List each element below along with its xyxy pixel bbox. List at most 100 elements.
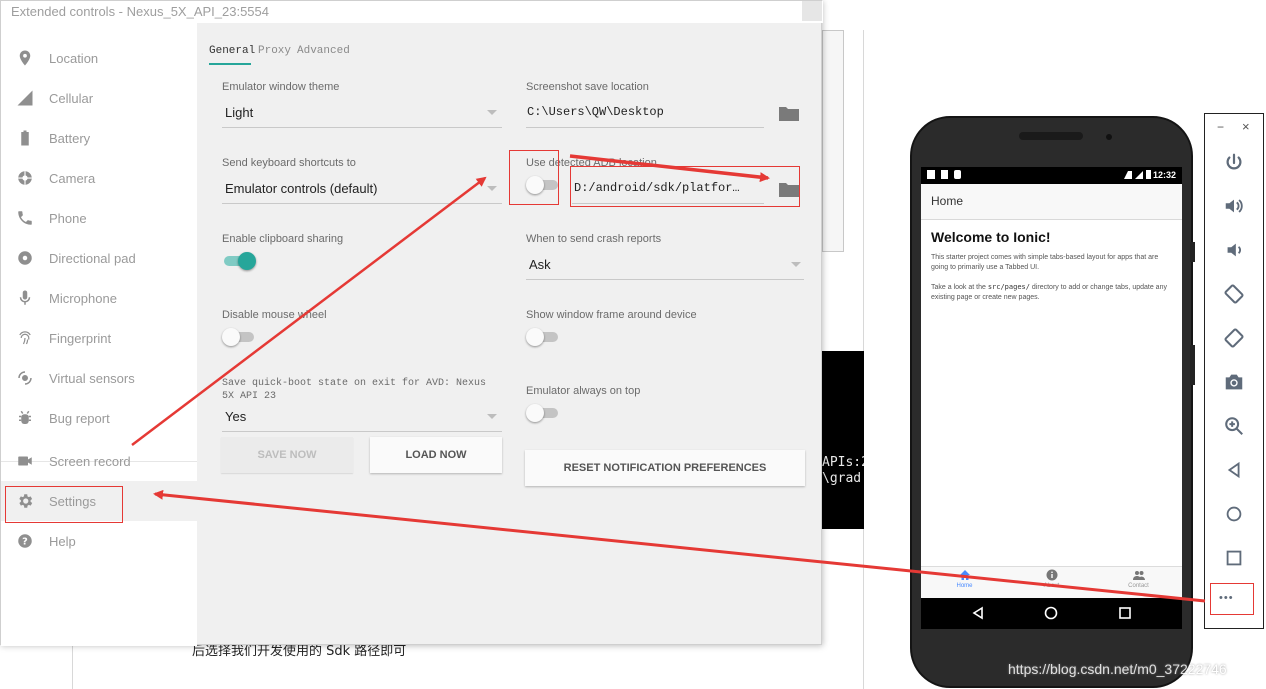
phone-side-button [1190, 242, 1195, 262]
contacts-icon [1132, 571, 1145, 580]
sidebar-item-camera[interactable]: Camera [1, 158, 197, 198]
cellular-signal-icon [1, 89, 49, 107]
sidebar-item-battery[interactable]: Battery [1, 118, 197, 158]
clipboard-toggle[interactable] [222, 251, 256, 271]
minimize-button[interactable]: − [1217, 120, 1224, 134]
bug-icon [1, 409, 49, 427]
status-time: 12:32 [1152, 170, 1176, 180]
tab-label: Contact [1128, 583, 1149, 589]
sidebar-item-label: Location [49, 50, 99, 66]
sidebar-item-label: Bug report [49, 410, 110, 426]
app-header: Home [921, 184, 1182, 220]
rotate-right-icon[interactable] [1223, 327, 1245, 349]
page-title: Home [931, 194, 964, 208]
sidebar-item-label: Virtual sensors [49, 370, 135, 386]
intro-paragraph: This starter project comes with simple t… [931, 254, 1159, 271]
sidebar-item-label: Cellular [49, 90, 94, 106]
sidebar-item-microphone[interactable]: Microphone [1, 278, 197, 318]
annotation-box-adb-path [570, 166, 800, 207]
theme-label: Emulator window theme [222, 81, 340, 93]
sidebar-item-screen-record[interactable]: Screen record [1, 441, 197, 481]
battery-icon [1, 129, 49, 147]
phone-speaker [1019, 132, 1083, 140]
always-on-top-toggle[interactable] [526, 403, 560, 423]
sidebar-item-cellular[interactable]: Cellular [1, 78, 197, 118]
terminal-line-1: APIs:2 [822, 455, 864, 470]
crash-reports-select[interactable]: Ask [529, 257, 551, 272]
camera-icon[interactable] [1223, 371, 1245, 393]
load-now-button[interactable]: LOAD NOW [370, 437, 502, 473]
overview-square-icon[interactable] [1223, 547, 1245, 569]
volume-up-icon[interactable] [1223, 195, 1245, 217]
zoom-icon[interactable] [1223, 415, 1245, 437]
window-close-button[interactable] [802, 1, 822, 21]
camera-aperture-icon [1, 169, 49, 187]
sidebar-item-directional-pad[interactable]: Directional pad [1, 238, 197, 278]
battery-status-icon [1146, 170, 1151, 179]
sidebar-item-label: Phone [49, 210, 87, 226]
mousewheel-label: Disable mouse wheel [222, 309, 327, 321]
sidebar-item-virtual-sensors[interactable]: Virtual sensors [1, 358, 197, 398]
folder-icon[interactable] [779, 105, 799, 121]
emulator-toolbar: − × ••• [1204, 113, 1264, 629]
sidebar-item-label: Help [49, 533, 76, 549]
signal-icon [1135, 171, 1143, 179]
rotate-left-icon[interactable] [1223, 283, 1245, 305]
home-icon [959, 570, 970, 580]
screenshot-location-underline [526, 127, 764, 128]
paragraph-text: Take a look at the [931, 284, 988, 291]
sidebar-item-label: Camera [49, 170, 96, 186]
chevron-down-icon [487, 110, 497, 115]
home-button-icon[interactable] [1044, 606, 1058, 620]
volume-down-icon[interactable] [1223, 239, 1245, 261]
home-circle-icon[interactable] [1223, 503, 1245, 525]
info-icon [1046, 569, 1057, 581]
mousewheel-toggle[interactable] [222, 327, 256, 347]
power-icon[interactable] [1223, 152, 1245, 174]
save-now-button[interactable]: SAVE NOW [221, 437, 353, 473]
sidebar-item-fingerprint[interactable]: Fingerprint [1, 318, 197, 358]
screenshot-location-field[interactable]: C:\Users\QW\Desktop [527, 105, 664, 119]
shortcuts-label: Send keyboard shortcuts to [222, 157, 356, 169]
android-status-bar: 12:32 [921, 167, 1182, 184]
sidebar-item-location[interactable]: Location [1, 38, 197, 78]
reset-notification-preferences-button[interactable]: RESET NOTIFICATION PREFERENCES [525, 450, 805, 486]
sidebar-item-label: Directional pad [49, 250, 136, 266]
pages-paragraph: Take a look at the src/pages/ directory … [931, 282, 1176, 303]
overview-icon[interactable] [1118, 606, 1132, 620]
settings-panel: General Proxy Advanced Emulator window t… [197, 23, 823, 623]
phone-screen[interactable]: 12:32 Home Welcome to Ionic! This starte… [921, 167, 1182, 629]
tab-home[interactable]: Home [921, 569, 1008, 589]
chevron-down-icon [487, 186, 497, 191]
sidebar-item-bug-report[interactable]: Bug report [1, 398, 197, 438]
back-icon[interactable] [971, 606, 985, 620]
notification-icon [927, 170, 935, 179]
quickboot-label: Save quick-boot state on exit for AVD: N… [222, 378, 487, 402]
welcome-heading: Welcome to Ionic! [931, 229, 1051, 245]
chevron-down-icon [487, 414, 497, 419]
tab-contact[interactable]: Contact [1095, 569, 1182, 589]
microphone-icon [1, 289, 49, 307]
sidebar-item-label: Screen record [49, 453, 131, 469]
tab-about[interactable]: About [1008, 569, 1095, 589]
tab-general[interactable]: General [209, 45, 255, 57]
terminal-line-2: \grad [822, 471, 862, 486]
app-tabs-bar: Home About Contact [921, 566, 1182, 598]
help-icon: ? [1, 532, 49, 550]
background-terminal: APIs:2 \grad [822, 351, 864, 529]
location-pin-icon [1, 49, 49, 67]
quickboot-select[interactable]: Yes [225, 409, 246, 424]
tab-advanced[interactable]: Advanced [297, 45, 350, 57]
svg-text:?: ? [22, 536, 28, 547]
close-button[interactable]: × [1242, 119, 1250, 134]
fingerprint-icon [1, 329, 49, 347]
window-frame-toggle[interactable] [526, 327, 560, 347]
sidebar-item-phone[interactable]: Phone [1, 198, 197, 238]
shortcuts-select[interactable]: Emulator controls (default) [225, 181, 377, 196]
theme-select[interactable]: Light [225, 105, 253, 120]
back-icon[interactable] [1223, 459, 1245, 481]
tab-proxy[interactable]: Proxy [258, 45, 291, 57]
sidebar-item-help[interactable]: ? Help [1, 521, 197, 561]
crash-reports-underline [526, 279, 804, 280]
wifi-icon [1124, 171, 1132, 179]
